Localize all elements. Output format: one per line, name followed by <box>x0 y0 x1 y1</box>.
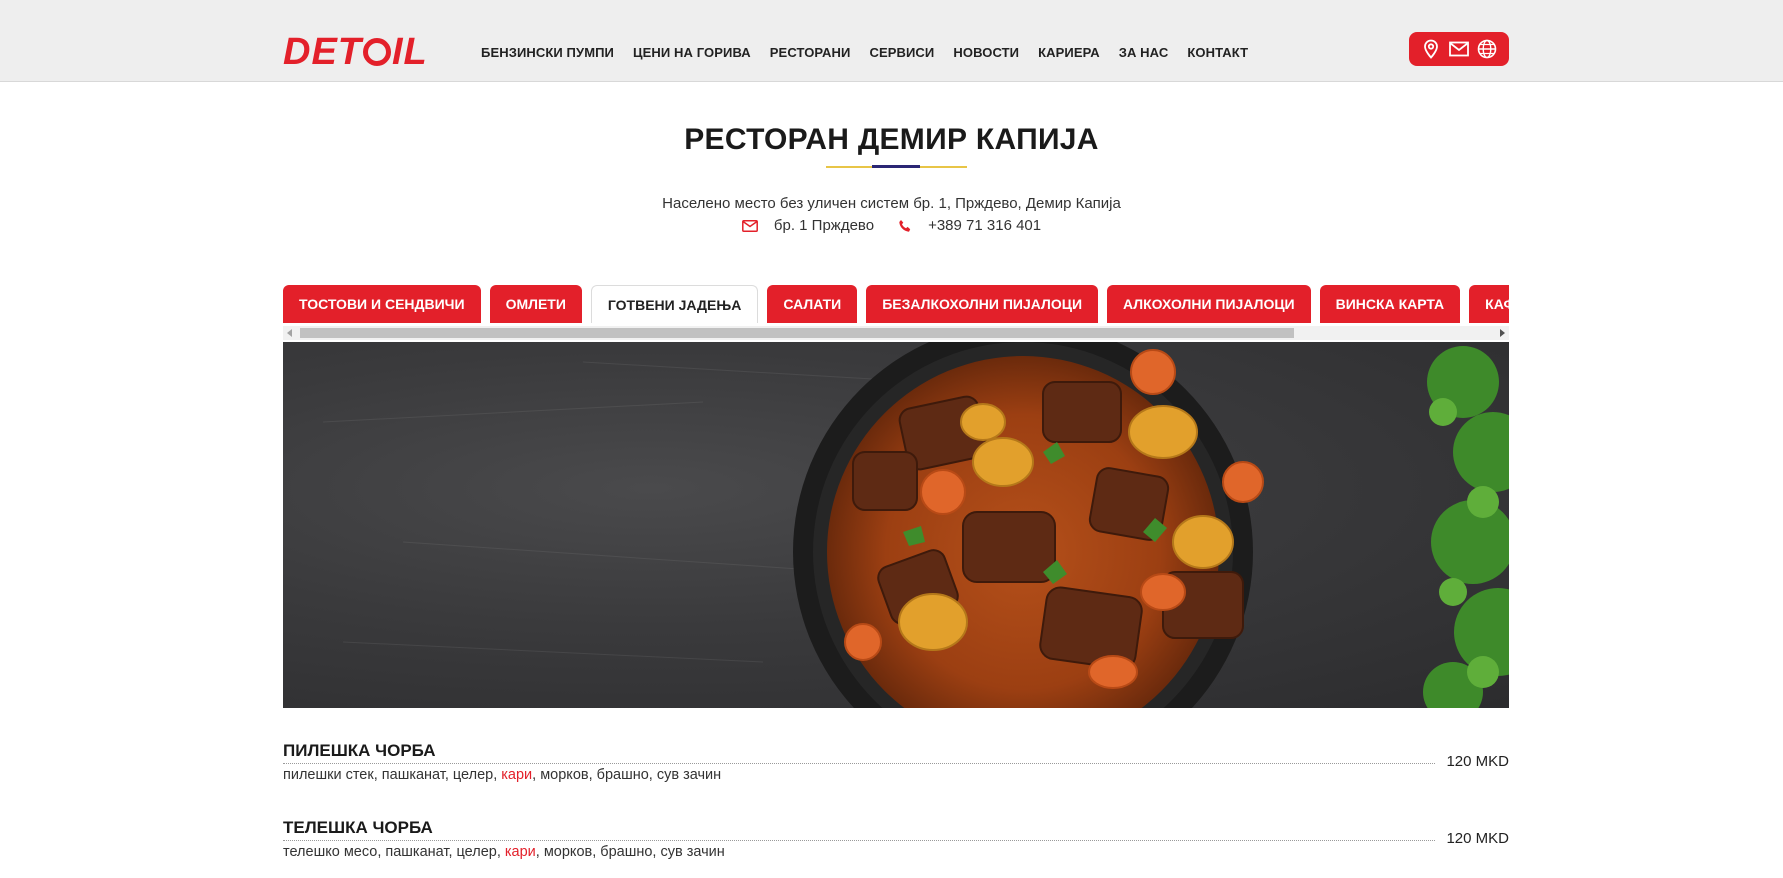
site-header: DET IL БЕНЗИНСКИ ПУМПИ ЦЕНИ НА ГОРИВА РЕС… <box>0 0 1783 82</box>
main-nav: БЕНЗИНСКИ ПУМПИ ЦЕНИ НА ГОРИВА РЕСТОРАНИ… <box>481 45 1267 60</box>
contact-line: бр. 1 Прждево +389 71 316 401 <box>0 217 1783 234</box>
desc-part: пилешки стек, пашканат, целер, <box>283 767 502 783</box>
logo-text: DET IL <box>283 31 428 73</box>
dish-name: ТЕЛЕШКА ЧОРБА <box>283 818 433 837</box>
phone-number: +389 71 316 401 <box>928 217 1042 234</box>
dish-price: 120 MKD <box>1446 753 1509 770</box>
logo-ring-icon <box>363 38 391 66</box>
nav-restaurants[interactable]: РЕСТОРАНИ <box>770 45 851 60</box>
dish-price: 120 MKD <box>1446 830 1509 847</box>
globe-icon[interactable] <box>1476 38 1498 60</box>
desc-part: , морков, брашно, сув зачин <box>532 767 722 783</box>
tab-cooked-dishes[interactable]: ГОТВЕНИ ЈАДЕЊА <box>590 285 759 323</box>
dish-name: ПИЛЕШКА ЧОРБА <box>283 741 436 760</box>
menu-item: ПИЛЕШКА ЧОРБА 120 MKD пилешки стек, пашк… <box>283 741 1509 791</box>
menu-category-tabs: ТОСТОВИ И СЕНДВИЧИ ОМЛЕТИ ГОТВЕНИ ЈАДЕЊА… <box>283 285 1509 323</box>
tab-coffee[interactable]: КАФЕ И <box>1469 285 1509 323</box>
tab-alcoholic-drinks[interactable]: АЛКОХОЛНИ ПИЈАЛОЦИ <box>1107 285 1311 323</box>
nav-gas-stations[interactable]: БЕНЗИНСКИ ПУМПИ <box>481 45 614 60</box>
tab-toasts-sandwiches[interactable]: ТОСТОВИ И СЕНДВИЧИ <box>283 285 481 323</box>
restaurant-address: Населено место без уличен систем бр. 1, … <box>662 195 1121 212</box>
phone-contact[interactable]: +389 71 316 401 <box>898 217 1041 234</box>
nav-careers[interactable]: КАРИЕРА <box>1038 45 1100 60</box>
scroll-left-arrow-icon[interactable] <box>287 329 292 337</box>
phone-icon <box>899 219 911 232</box>
envelope-icon <box>741 219 758 232</box>
category-hero-image <box>283 342 1509 708</box>
desc-highlight: кари <box>501 767 533 783</box>
price-leader-dots <box>283 840 1435 841</box>
nav-fuel-prices[interactable]: ЦЕНИ НА ГОРИВА <box>633 45 751 60</box>
tabs-horizontal-scrollbar[interactable] <box>283 326 1509 340</box>
dish-description: телешко месо, пашканат, целер, кари, мор… <box>283 844 725 860</box>
email-line-text: бр. 1 Прждево <box>773 217 875 234</box>
price-leader-dots <box>283 763 1435 764</box>
detoil-logo[interactable]: DET IL <box>283 32 428 72</box>
email-contact[interactable]: бр. 1 Прждево <box>741 217 875 234</box>
tab-omelettes[interactable]: ОМЛЕТИ <box>489 285 582 323</box>
scroll-right-arrow-icon[interactable] <box>1500 329 1505 337</box>
scrollbar-thumb[interactable] <box>300 328 1294 338</box>
menu-item: ТЕЛЕШКА ЧОРБА 120 MKD телешко месо, пашк… <box>283 818 1509 868</box>
header-icon-group <box>1409 32 1509 66</box>
title-underline-accent <box>872 165 920 168</box>
nav-services[interactable]: СЕРВИСИ <box>869 45 934 60</box>
desc-part: , морков, брашно, сув зачин <box>535 844 725 860</box>
location-pin-icon[interactable] <box>1420 38 1442 60</box>
tab-soft-drinks[interactable]: БЕЗАЛКОХОЛНИ ПИЈАЛОЦИ <box>866 285 1099 323</box>
tab-salads[interactable]: САЛАТИ <box>767 285 858 323</box>
desc-part: телешко месо, пашканат, целер, <box>283 844 505 860</box>
nav-about[interactable]: ЗА НАС <box>1119 45 1169 60</box>
dish-description: пилешки стек, пашканат, целер, кари, мор… <box>283 767 721 783</box>
desc-highlight: кари <box>504 844 536 860</box>
nav-news[interactable]: НОВОСТИ <box>953 45 1019 60</box>
tab-wine-list[interactable]: ВИНСКА КАРТА <box>1319 285 1461 323</box>
mail-icon[interactable] <box>1448 38 1470 60</box>
page-title: РЕСТОРАН ДЕМИР КАПИЈА <box>684 123 1099 156</box>
nav-contact[interactable]: КОНТАКТ <box>1187 45 1248 60</box>
